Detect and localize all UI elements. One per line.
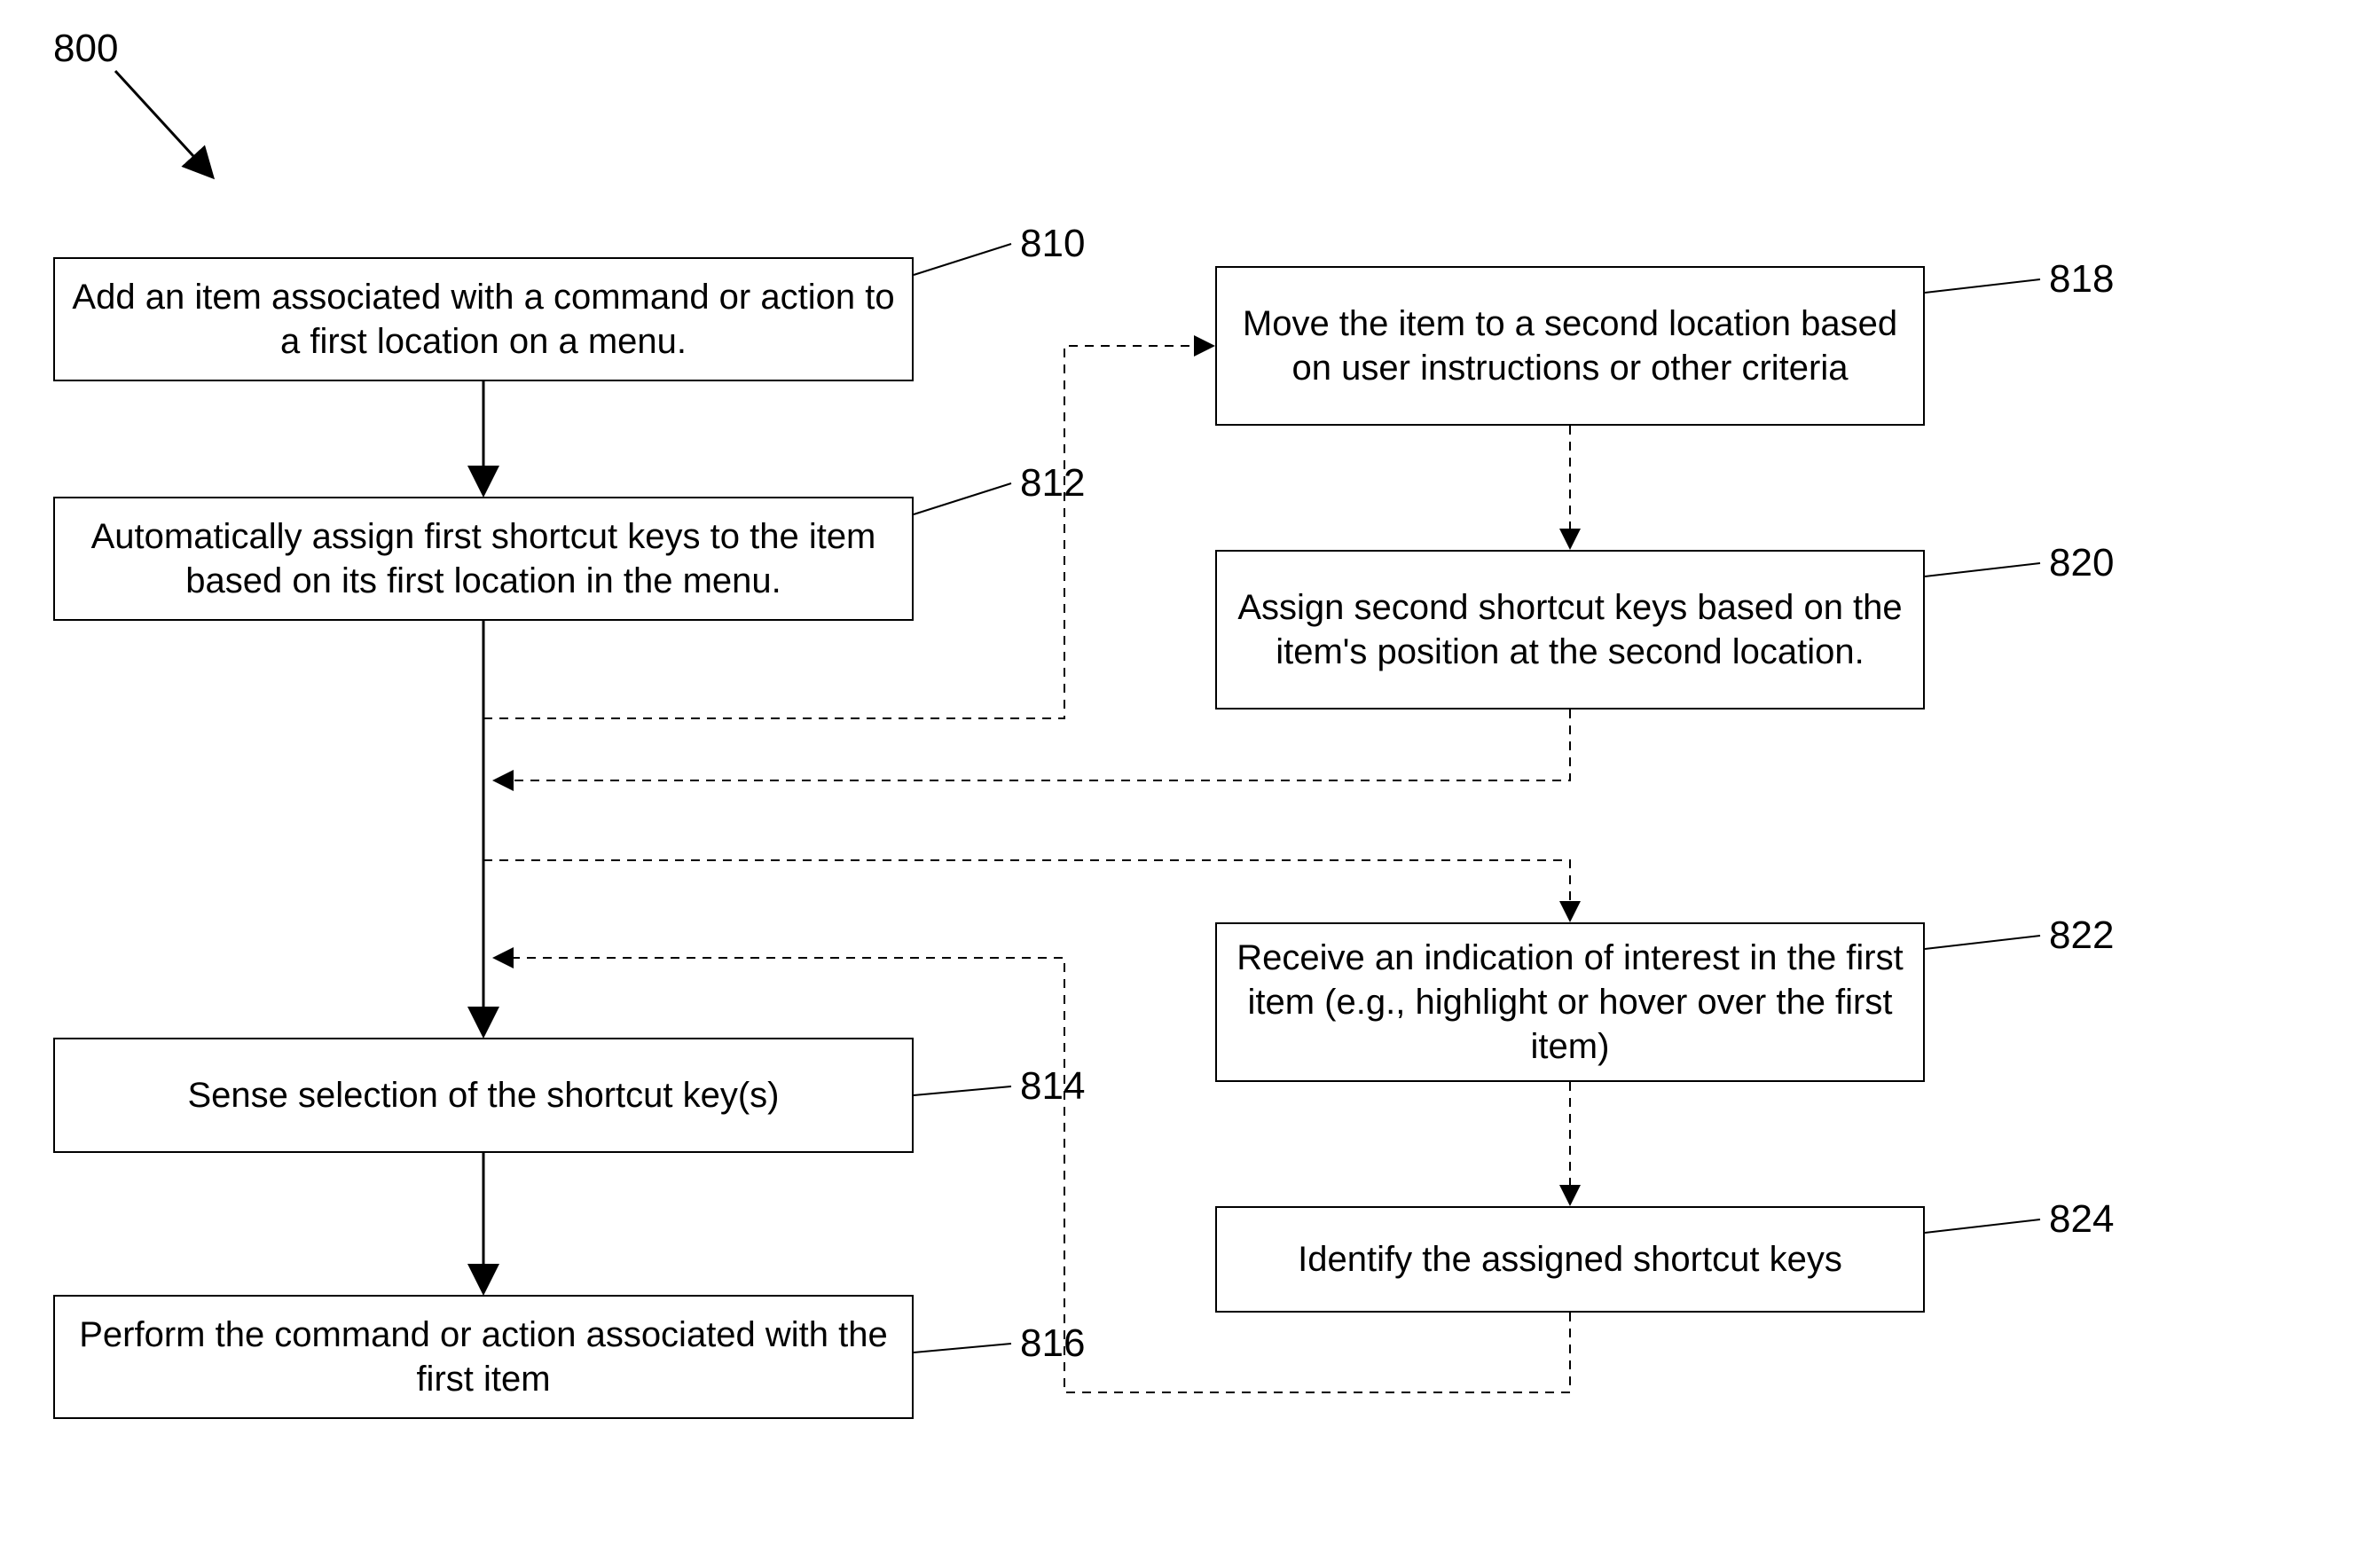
step-824-text: Identify the assigned shortcut keys bbox=[1298, 1237, 1842, 1282]
step-810-text: Add an item associated with a command or… bbox=[71, 275, 896, 364]
step-814-box: Sense selection of the shortcut key(s) bbox=[53, 1038, 914, 1153]
step-818-text: Move the item to a second location based… bbox=[1233, 302, 1907, 390]
step-816-text: Perform the command or action associated… bbox=[71, 1313, 896, 1401]
step-810-ref: 810 bbox=[1020, 222, 1085, 266]
step-816-box: Perform the command or action associated… bbox=[53, 1295, 914, 1419]
step-814-text: Sense selection of the shortcut key(s) bbox=[188, 1073, 780, 1117]
step-822-box: Receive an indication of interest in the… bbox=[1215, 922, 1925, 1082]
step-818-ref: 818 bbox=[2049, 257, 2114, 302]
step-820-box: Assign second shortcut keys based on the… bbox=[1215, 550, 1925, 710]
flowchart-canvas: 800 Add an item associated with a comman… bbox=[0, 0, 2363, 1568]
step-822-text: Receive an indication of interest in the… bbox=[1233, 936, 1907, 1069]
step-820-ref: 820 bbox=[2049, 541, 2114, 585]
step-824-box: Identify the assigned shortcut keys bbox=[1215, 1206, 1925, 1313]
diagram-ref-label: 800 bbox=[53, 27, 118, 71]
step-824-ref: 824 bbox=[2049, 1197, 2114, 1242]
step-818-box: Move the item to a second location based… bbox=[1215, 266, 1925, 426]
step-812-box: Automatically assign first shortcut keys… bbox=[53, 497, 914, 621]
step-812-ref: 812 bbox=[1020, 461, 1085, 506]
step-822-ref: 822 bbox=[2049, 913, 2114, 958]
step-816-ref: 816 bbox=[1020, 1321, 1085, 1366]
step-820-text: Assign second shortcut keys based on the… bbox=[1233, 585, 1907, 674]
step-814-ref: 814 bbox=[1020, 1064, 1085, 1109]
step-810-box: Add an item associated with a command or… bbox=[53, 257, 914, 381]
step-812-text: Automatically assign first shortcut keys… bbox=[71, 514, 896, 603]
